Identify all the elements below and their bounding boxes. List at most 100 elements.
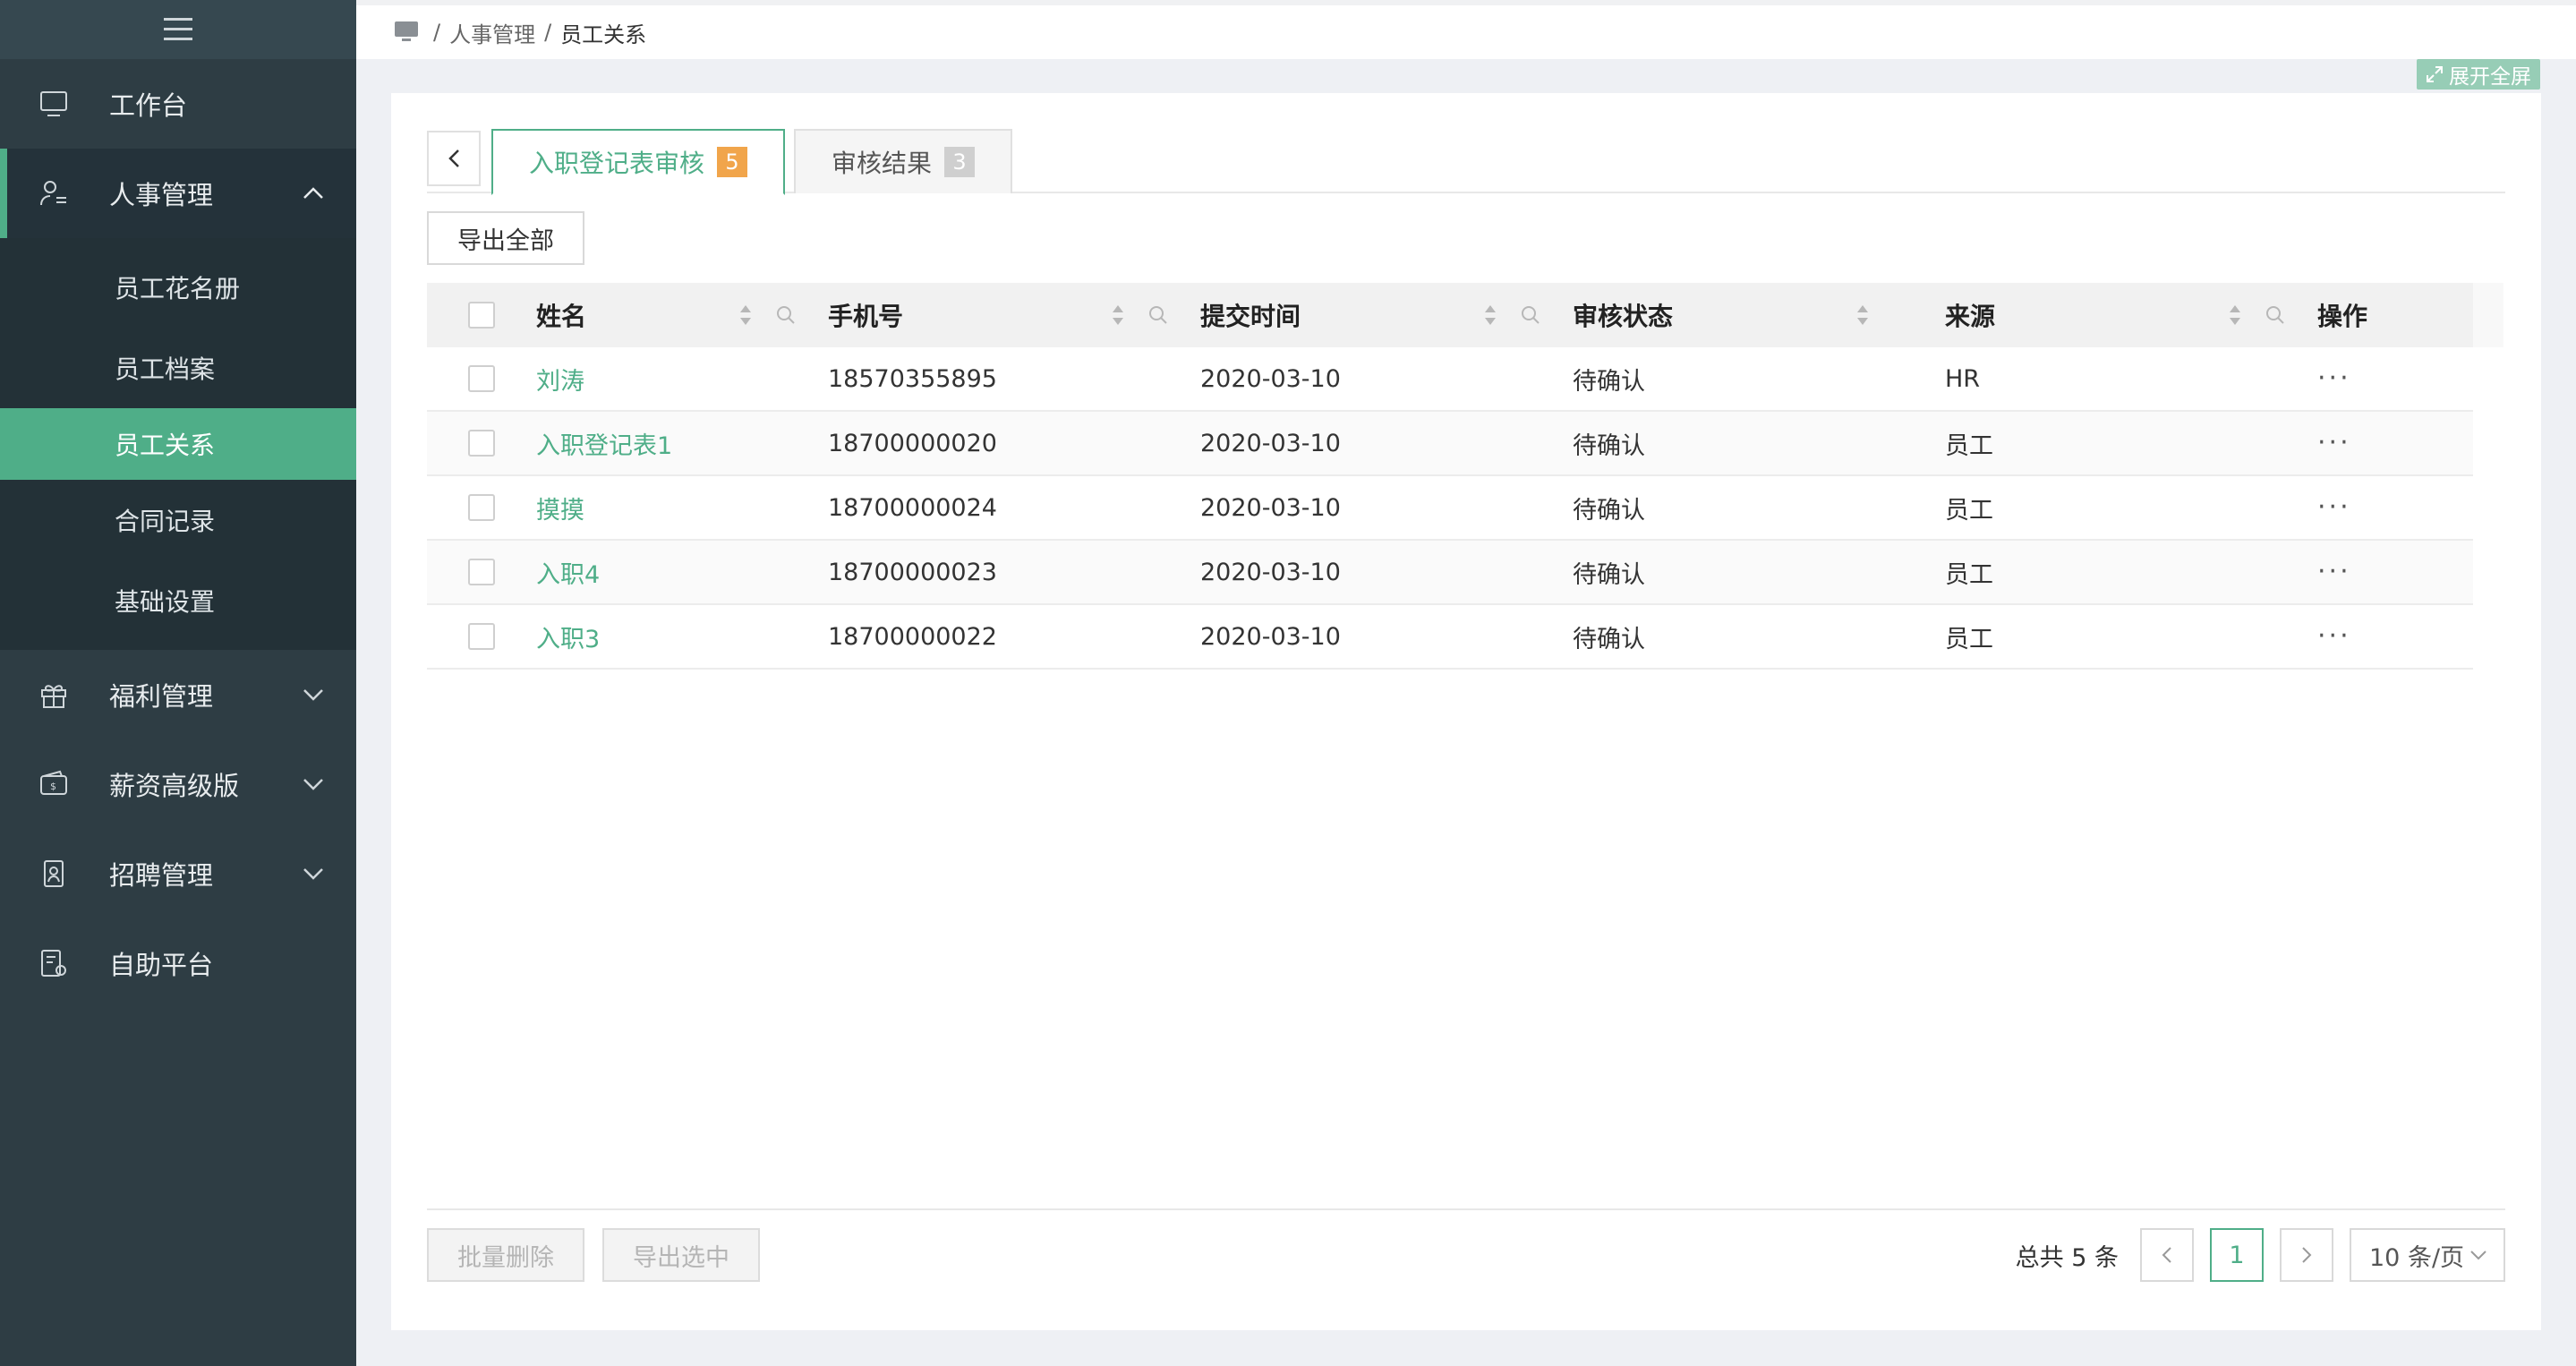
badge-icon	[38, 858, 70, 890]
breadcrumb-item-hr[interactable]: 人事管理	[449, 17, 535, 48]
export-selected-button[interactable]: 导出选中	[602, 1228, 760, 1282]
sidebar-item-contract-records[interactable]: 合同记录	[0, 480, 356, 560]
sidebar-item-label: 福利管理	[109, 681, 214, 712]
data-table: 姓名 手机号 提交时间 审核状态 来源 操作 刘涛 18570355895 20…	[427, 283, 2503, 670]
phone-cell: 18700000023	[828, 558, 997, 586]
more-actions-button[interactable]: ···	[2317, 623, 2351, 650]
column-header-name: 姓名	[536, 283, 805, 347]
source-cell: 员工	[1945, 496, 1993, 525]
sort-icon[interactable]	[1855, 303, 1870, 327]
table-row: 入职4 18700000023 2020-03-10 待确认 员工 ···	[427, 541, 2473, 605]
sidebar-item-welfare[interactable]: 福利管理	[0, 650, 356, 739]
time-cell: 2020-03-10	[1200, 558, 1341, 586]
time-cell: 2020-03-10	[1200, 493, 1341, 522]
name-link[interactable]: 入职4	[536, 555, 600, 590]
row-checkbox[interactable]	[468, 623, 495, 650]
fullscreen-button[interactable]: 展开全屏	[2417, 59, 2540, 90]
name-link[interactable]: 摸摸	[536, 491, 584, 525]
search-icon[interactable]	[1521, 305, 1540, 325]
name-link[interactable]: 入职登记表1	[536, 426, 672, 461]
column-header-actions: 操作	[2317, 302, 2368, 331]
sidebar-item-employee-roster[interactable]: 员工花名册	[0, 247, 356, 328]
monitor-icon	[38, 88, 70, 120]
export-all-button[interactable]: 导出全部	[427, 211, 584, 265]
sidebar-item-employee-files[interactable]: 员工档案	[0, 328, 356, 408]
batch-delete-button[interactable]: 批量删除	[427, 1228, 584, 1282]
status-cell: 待确认	[1573, 625, 1645, 653]
row-checkbox[interactable]	[468, 559, 495, 585]
sidebar-item-hr[interactable]: 人事管理	[0, 149, 356, 238]
column-header-source: 来源	[1922, 283, 2294, 347]
status-cell: 待确认	[1573, 560, 1645, 589]
tab-review-results[interactable]: 审核结果 3	[794, 129, 1013, 193]
wallet-icon: $	[38, 768, 70, 800]
tab-bar: 入职登记表审核 5 审核结果 3	[427, 129, 2505, 195]
search-icon[interactable]	[2265, 305, 2285, 325]
next-page-button[interactable]	[2280, 1228, 2333, 1282]
status-cell: 待确认	[1573, 367, 1645, 396]
column-header-submit-time: 提交时间	[1177, 283, 1549, 347]
chevron-down-icon	[303, 688, 324, 701]
sidebar-item-payroll[interactable]: $ 薪资高级版	[0, 739, 356, 829]
status-cell: 待确认	[1573, 496, 1645, 525]
row-checkbox[interactable]	[468, 494, 495, 521]
more-actions-button[interactable]: ···	[2317, 559, 2351, 585]
tab-back-button[interactable]	[427, 131, 481, 186]
hamburger-icon	[162, 16, 194, 43]
page-button[interactable]: 1	[2210, 1228, 2264, 1282]
chevron-up-icon	[303, 187, 324, 200]
expand-icon	[2426, 65, 2444, 83]
sidebar-item-self-service[interactable]: 自助平台	[0, 918, 356, 1008]
sort-icon[interactable]	[738, 303, 753, 327]
column-header-phone: 手机号	[805, 283, 1177, 347]
more-actions-button[interactable]: ···	[2317, 494, 2351, 521]
row-checkbox[interactable]	[468, 365, 495, 392]
name-link[interactable]: 刘涛	[536, 362, 584, 397]
column-header-status: 审核状态	[1549, 283, 1922, 347]
computer-icon[interactable]	[394, 21, 419, 44]
self-service-icon	[38, 947, 70, 979]
sort-icon[interactable]	[1483, 303, 1497, 327]
table-row: 摸摸 18700000024 2020-03-10 待确认 员工 ···	[427, 476, 2473, 541]
more-actions-button[interactable]: ···	[2317, 430, 2351, 457]
table-row: 刘涛 18570355895 2020-03-10 待确认 HR ···	[427, 347, 2473, 412]
sidebar-item-workbench[interactable]: 工作台	[0, 59, 356, 149]
select-all-checkbox[interactable]	[468, 302, 495, 329]
svg-text:$: $	[50, 781, 56, 792]
sidebar: 工作台 人事管理 员工花名册 员工档案 员工关系 合同记录 基础设置 福利管理 …	[0, 0, 356, 1366]
page-size-select[interactable]: 10 条/页	[2350, 1228, 2505, 1282]
total-count: 总共 5 条	[2015, 1243, 2119, 1272]
sort-icon[interactable]	[2228, 303, 2242, 327]
more-actions-button[interactable]: ···	[2317, 365, 2351, 392]
time-cell: 2020-03-10	[1200, 622, 1341, 651]
phone-cell: 18570355895	[828, 364, 997, 393]
sidebar-item-label: 薪资高级版	[109, 771, 240, 801]
tab-onboarding-review[interactable]: 入职登记表审核 5	[491, 129, 786, 195]
search-icon[interactable]	[1148, 305, 1168, 325]
table-row: 入职3 18700000022 2020-03-10 待确认 员工 ···	[427, 605, 2473, 670]
sort-icon[interactable]	[1111, 303, 1125, 327]
table-row: 入职登记表1 18700000020 2020-03-10 待确认 员工 ···	[427, 412, 2473, 476]
chevron-down-icon	[303, 778, 324, 790]
sidebar-item-basic-settings[interactable]: 基础设置	[0, 560, 356, 641]
fullscreen-label: 展开全屏	[2449, 65, 2531, 89]
phone-cell: 18700000024	[828, 493, 997, 522]
name-link[interactable]: 入职3	[536, 619, 600, 654]
status-cell: 待确认	[1573, 431, 1645, 460]
row-checkbox[interactable]	[468, 430, 495, 457]
tab-label: 入职登记表审核	[529, 149, 705, 178]
tab-label: 审核结果	[832, 149, 933, 178]
chevron-left-icon	[448, 149, 460, 168]
time-cell: 2020-03-10	[1200, 429, 1341, 457]
breadcrumb-item-employee-relations: 员工关系	[560, 21, 647, 47]
breadcrumb-separator: /	[544, 20, 552, 45]
prev-page-button[interactable]	[2140, 1228, 2194, 1282]
top-bar: / 人事管理 / 员工关系	[356, 0, 2576, 59]
table-body: 刘涛 18570355895 2020-03-10 待确认 HR ··· 入职登…	[427, 347, 2473, 670]
sidebar-item-employee-relations[interactable]: 员工关系	[0, 408, 356, 480]
page-size-label: 10 条/页	[2369, 1243, 2465, 1272]
search-icon[interactable]	[776, 305, 796, 325]
phone-cell: 18700000022	[828, 622, 997, 651]
sidebar-item-recruitment[interactable]: 招聘管理	[0, 829, 356, 918]
menu-toggle-button[interactable]	[0, 0, 356, 59]
